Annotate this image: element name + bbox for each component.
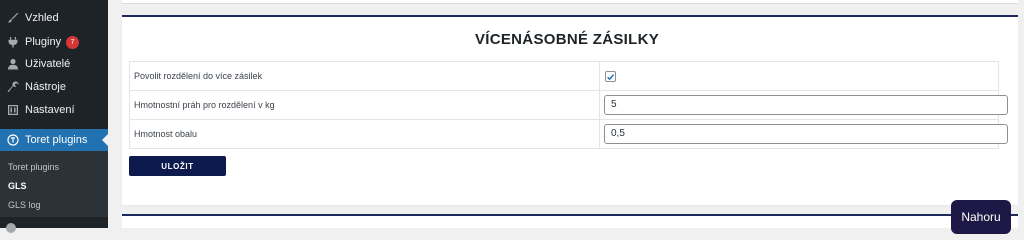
back-to-top-button[interactable]: Nahoru xyxy=(951,200,1011,234)
sidebar-item-tools[interactable]: Nástroje xyxy=(0,76,108,98)
active-indicator-arrow xyxy=(102,134,108,146)
submenu-item-gls-log[interactable]: GLS log xyxy=(8,200,41,210)
submenu-item-gls[interactable]: GLS xyxy=(8,181,27,191)
split-shipments-checkbox[interactable] xyxy=(605,71,616,82)
package-weight-input[interactable]: 0,5 xyxy=(604,124,1008,144)
sidebar-item-toret-plugins[interactable]: Toret plugins xyxy=(0,129,108,151)
table-row: Hmotnost obalu 0,5 xyxy=(129,120,1008,149)
previous-settings-card xyxy=(122,0,1018,4)
sidebar-item-label: Nástroje xyxy=(25,81,66,93)
table-row: Hmotnostní práh pro rozdělení v kg 5 xyxy=(129,91,1008,120)
toret-icon xyxy=(6,133,20,147)
table-row: Povolit rozdělení do více zásilek xyxy=(129,62,999,91)
setting-label: Hmotnost obalu xyxy=(134,129,198,139)
sidebar-item-label: Nastavení xyxy=(25,104,75,116)
brush-icon xyxy=(6,11,20,25)
section-title: VÍCENÁSOBNÉ ZÁSILKY xyxy=(474,31,660,48)
admin-sidebar: Vzhled Pluginy 7 Uživatelé Nástroje Nast… xyxy=(0,0,108,233)
wrench-icon xyxy=(6,80,20,94)
sidebar-item-appearance[interactable]: Vzhled xyxy=(0,7,108,29)
user-icon xyxy=(6,57,20,71)
sidebar-item-label: Uživatelé xyxy=(25,58,71,70)
next-settings-card xyxy=(122,214,1018,228)
setting-label: Hmotnostní práh pro rozdělení v kg xyxy=(134,100,275,110)
collapse-menu-icon[interactable] xyxy=(6,223,16,233)
sidebar-item-label: Vzhled xyxy=(25,12,59,24)
sidebar-item-plugins[interactable]: Pluginy 7 xyxy=(0,31,108,53)
plugin-icon xyxy=(6,35,20,49)
submenu-item-toret-plugins[interactable]: Toret plugins xyxy=(8,162,59,172)
update-count-badge: 7 xyxy=(66,35,80,49)
toret-submenu: Toret plugins GLS GLS log xyxy=(0,151,108,217)
settings-icon xyxy=(6,103,20,117)
save-button[interactable]: ULOŽIT xyxy=(129,156,226,176)
checkmark-icon xyxy=(607,73,615,80)
sidebar-item-users[interactable]: Uživatelé xyxy=(0,53,108,75)
weight-threshold-input[interactable]: 5 xyxy=(604,95,1008,115)
sidebar-item-settings[interactable]: Nastavení xyxy=(0,99,108,121)
settings-table: Povolit rozdělení do více zásilek Hmotno… xyxy=(129,61,1008,149)
sidebar-item-label: Toret plugins xyxy=(25,134,88,146)
multiple-shipments-card: VÍCENÁSOBNÉ ZÁSILKY Povolit rozdělení do… xyxy=(122,15,1018,205)
setting-label: Povolit rozdělení do více zásilek xyxy=(134,71,263,81)
sidebar-item-label: Pluginy xyxy=(25,36,62,48)
